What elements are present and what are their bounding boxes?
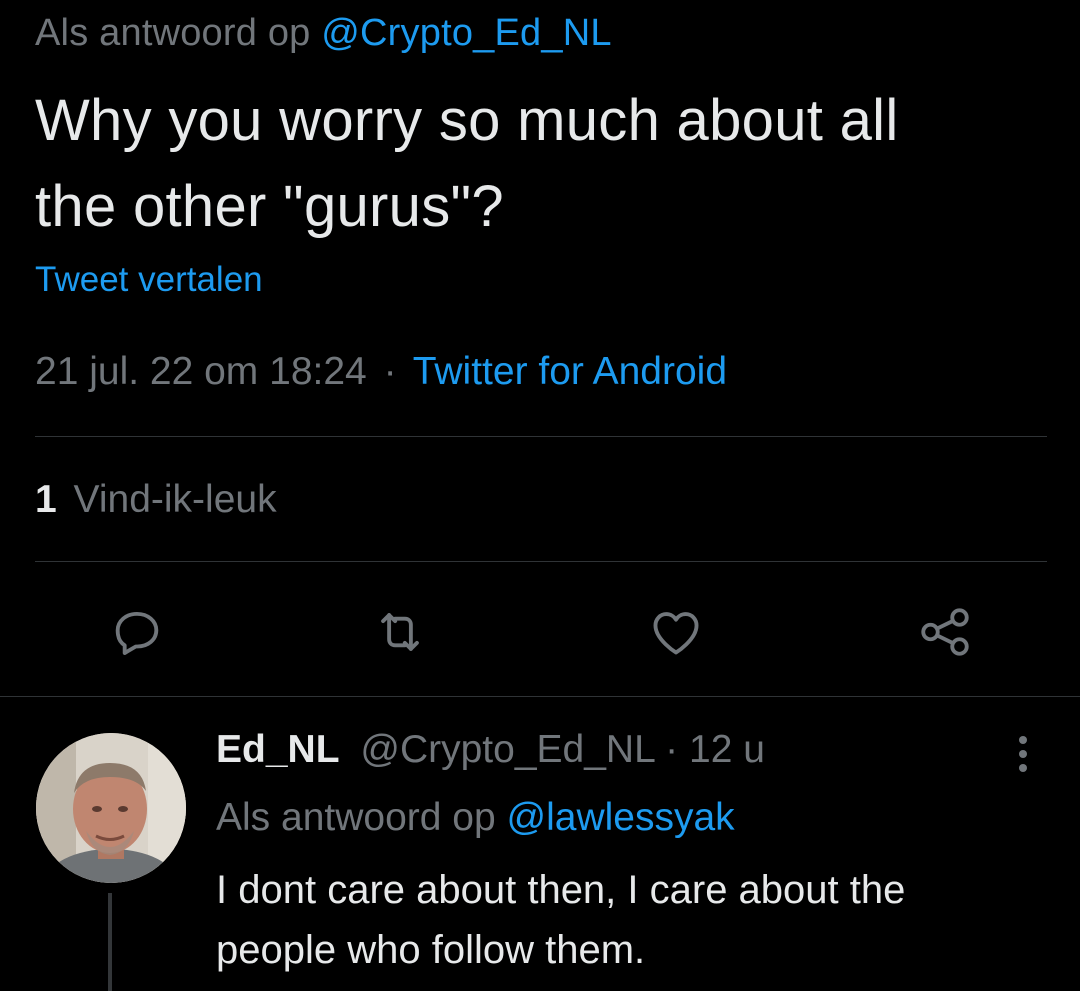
reply-text-line: I dont care about then, I care about the: [216, 868, 906, 912]
divider: [0, 696, 1080, 697]
tweet-text-line: Why you worry so much about all: [35, 88, 899, 153]
like-button[interactable]: [644, 600, 708, 664]
like-label: Vind-ik-leuk: [73, 478, 277, 521]
more-options-button[interactable]: [1008, 732, 1038, 776]
share-icon: [921, 608, 969, 656]
reply-button[interactable]: [105, 600, 169, 664]
reply-context: Als antwoord op @Crypto_Ed_NL: [35, 12, 612, 55]
reply-context-handle[interactable]: @lawlessyak: [507, 796, 735, 839]
reply-author-name[interactable]: Ed_NL: [216, 728, 340, 771]
reply-context-handle[interactable]: @Crypto_Ed_NL: [321, 12, 611, 54]
reply-author-handle[interactable]: @Crypto_Ed_NL: [360, 728, 654, 771]
reply-reply-context: Als antwoord op @lawlessyak: [216, 796, 735, 840]
more-dot: [1019, 736, 1027, 744]
reply-header: Ed_NL @Crypto_Ed_NL · 12 u: [216, 728, 765, 772]
reply-text: I dont care about then, I care about the…: [216, 860, 1056, 980]
like-icon: [653, 612, 699, 655]
tweet-detail-page: Als antwoord op @Crypto_Ed_NL Why you wo…: [0, 0, 1080, 991]
like-count: 1: [35, 478, 57, 521]
reply-header-separator: ·: [665, 728, 679, 771]
divider: [35, 561, 1047, 562]
retweet-icon: [381, 613, 419, 651]
tweet-timestamp[interactable]: 21 jul. 22 om 18:24: [35, 350, 367, 393]
reply-text-line: people who follow them.: [216, 928, 646, 972]
more-dot: [1019, 764, 1027, 772]
translate-tweet-link[interactable]: Tweet vertalen: [35, 260, 263, 300]
reply-context-prefix: Als antwoord op: [35, 12, 311, 54]
meta-separator: ·: [383, 350, 397, 393]
divider: [35, 436, 1047, 437]
reply-context-prefix: Als antwoord op: [216, 796, 496, 839]
share-button[interactable]: [913, 600, 977, 664]
more-dot: [1019, 750, 1027, 758]
avatar[interactable]: [36, 733, 186, 883]
tweet-text: Why you worry so much about all the othe…: [35, 78, 1045, 250]
tweet-source-link[interactable]: Twitter for Android: [413, 350, 727, 393]
reply-time[interactable]: 12 u: [689, 728, 765, 771]
retweet-button[interactable]: [368, 600, 432, 664]
tweet-meta: 21 jul. 22 om 18:24 · Twitter for Androi…: [35, 350, 727, 394]
reply-icon: [115, 611, 159, 655]
tweet-text-line: the other "gurus"?: [35, 174, 504, 239]
thread-line: [108, 893, 112, 991]
likes-summary[interactable]: 1 Vind-ik-leuk: [35, 478, 277, 522]
profile-photo: [36, 733, 186, 883]
